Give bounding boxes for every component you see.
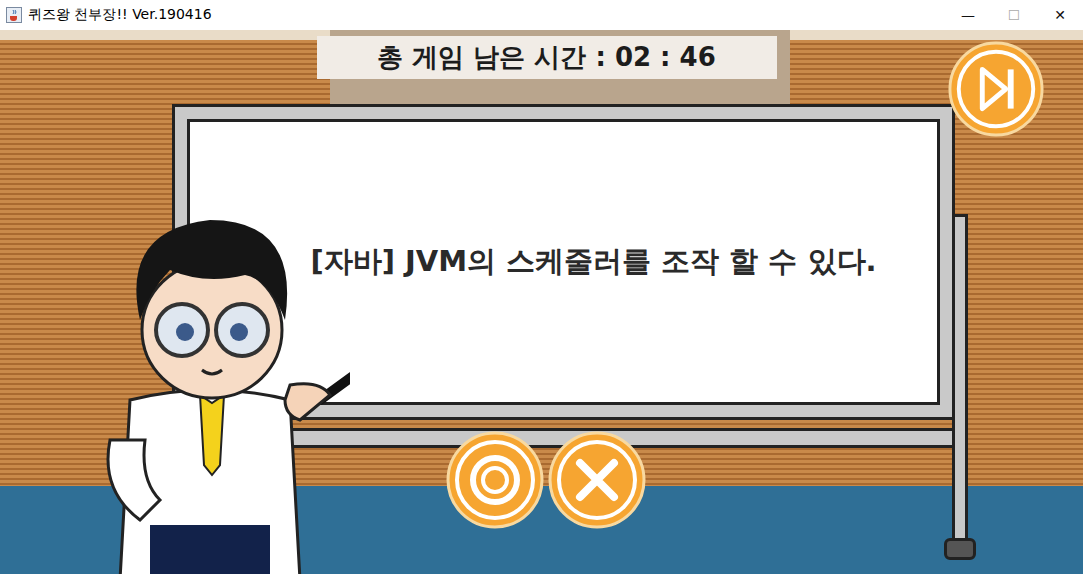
skip-button[interactable] — [947, 40, 1045, 138]
question-panel: [자바] JVM의 스케줄러를 조작 할 수 있다. — [187, 119, 940, 405]
title-bar: 퀴즈왕 천부장!! Ver.190416 —☐✕ — [0, 0, 1083, 30]
circle-o-icon — [445, 430, 545, 530]
window-title: 퀴즈왕 천부장!! Ver.190416 — [28, 6, 212, 24]
window-control-button[interactable]: ☐ — [991, 0, 1037, 30]
cross-x-icon — [547, 430, 647, 530]
timer-banner: 총 게임 남은 시간 : 02 : 46 — [317, 36, 777, 79]
x-button[interactable] — [547, 430, 647, 530]
window-control-button[interactable]: ✕ — [1037, 0, 1083, 30]
teacher-character — [90, 180, 350, 574]
window-controls: —☐✕ — [945, 0, 1083, 30]
whiteboard: [자바] JVM의 스케줄러를 조작 할 수 있다. — [172, 104, 955, 420]
game-window: 퀴즈왕 천부장!! Ver.190416—☐✕총 게임 남은 시간 : 02 :… — [0, 0, 1083, 574]
java-cup-icon — [6, 7, 22, 23]
question-text: [자바] JVM의 스케줄러를 조작 할 수 있다. — [310, 242, 876, 282]
answer-buttons — [445, 430, 647, 530]
o-button[interactable] — [445, 430, 545, 530]
skip-forward-icon — [947, 40, 1045, 138]
game-scene: 총 게임 남은 시간 : 02 : 46 [자바] JVM의 스케줄러를 조작 할… — [0, 30, 1083, 574]
window-control-button[interactable]: — — [945, 0, 991, 30]
board-wheel — [944, 538, 976, 560]
timer-row: 총 게임 남은 시간 : 02 : 46 — [0, 30, 1083, 79]
